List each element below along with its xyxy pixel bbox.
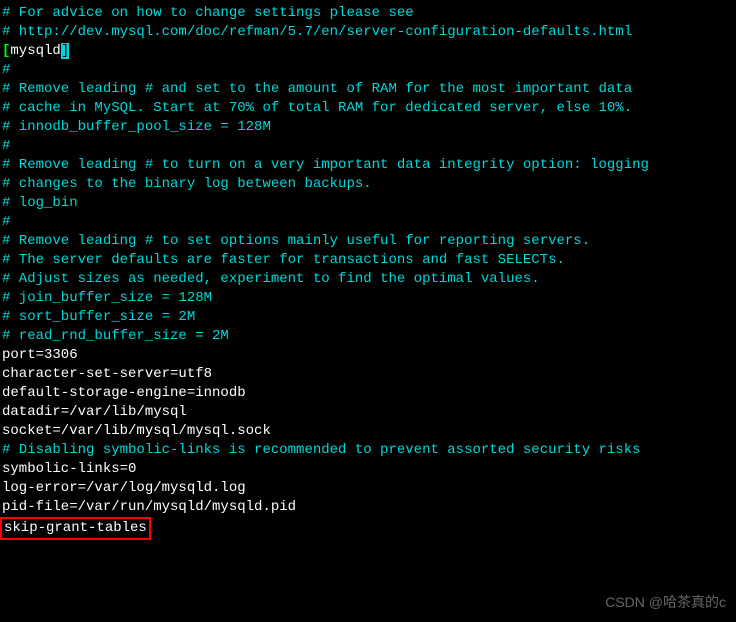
config-comment: # Remove leading # and set to the amount… <box>2 80 734 99</box>
config-comment: # Remove leading # to turn on a very imp… <box>2 156 734 175</box>
config-comment: # cache in MySQL. Start at 70% of total … <box>2 99 734 118</box>
terminal-editor[interactable]: # For advice on how to change settings p… <box>2 4 734 540</box>
config-comment: # For advice on how to change settings p… <box>2 4 734 23</box>
config-comment: # <box>2 213 734 232</box>
config-directive: default-storage-engine=innodb <box>2 384 734 403</box>
watermark-text: CSDN @哈茶真的c <box>605 593 726 612</box>
config-directive: log-error=/var/log/mysqld.log <box>2 479 734 498</box>
config-comment: # log_bin <box>2 194 734 213</box>
config-comment: # Disabling symbolic-links is recommende… <box>2 441 734 460</box>
config-comment: # http://dev.mysql.com/doc/refman/5.7/en… <box>2 23 734 42</box>
config-directive: datadir=/var/lib/mysql <box>2 403 734 422</box>
config-comment: # read_rnd_buffer_size = 2M <box>2 327 734 346</box>
config-directive: symbolic-links=0 <box>2 460 734 479</box>
config-comment: # sort_buffer_size = 2M <box>2 308 734 327</box>
config-directive: character-set-server=utf8 <box>2 365 734 384</box>
config-comment: # <box>2 137 734 156</box>
config-comment: # changes to the binary log between back… <box>2 175 734 194</box>
config-comment: # The server defaults are faster for tra… <box>2 251 734 270</box>
bracket-close-icon: ] <box>61 43 69 59</box>
highlighted-directive: skip-grant-tables <box>2 517 734 540</box>
section-name: mysqld <box>10 43 60 59</box>
config-comment: # Adjust sizes as needed, experiment to … <box>2 270 734 289</box>
config-comment: # join_buffer_size = 128M <box>2 289 734 308</box>
config-directive: socket=/var/lib/mysql/mysql.sock <box>2 422 734 441</box>
section-header: [mysqld] <box>2 42 734 61</box>
config-comment: # <box>2 61 734 80</box>
config-comment: # Remove leading # to set options mainly… <box>2 232 734 251</box>
config-directive: pid-file=/var/run/mysqld/mysqld.pid <box>2 498 734 517</box>
highlight-box: skip-grant-tables <box>0 517 151 540</box>
config-directive: port=3306 <box>2 346 734 365</box>
config-comment: # innodb_buffer_pool_size = 128M <box>2 118 734 137</box>
